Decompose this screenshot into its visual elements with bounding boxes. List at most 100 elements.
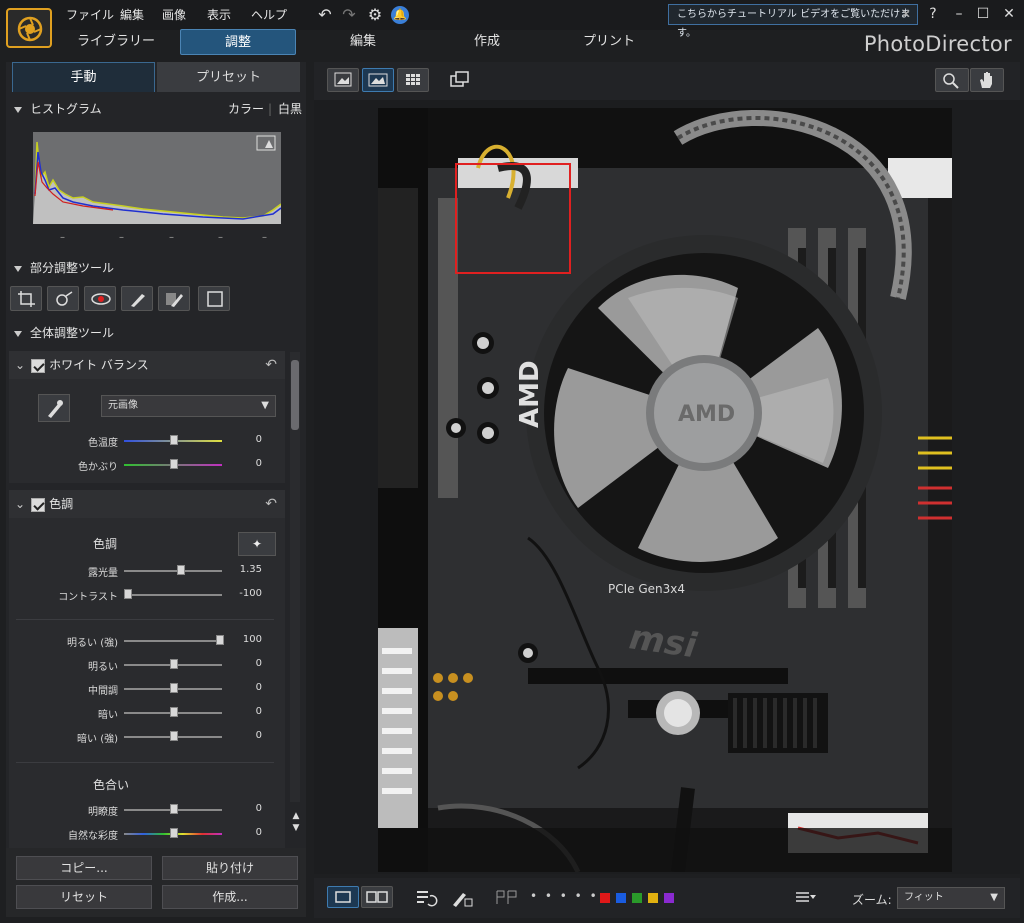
tab-manual[interactable]: 手動 [12,62,155,92]
slider-value[interactable]: -100 [222,588,262,599]
slider-value[interactable]: 0 [222,434,262,445]
menu-image[interactable]: 画像 [162,6,186,23]
slider-label: 中間調 [88,686,118,697]
brush-tool-button[interactable] [121,286,153,311]
zoom-tool-button[interactable] [935,68,969,92]
histogram-color-option[interactable]: カラー [228,97,264,121]
fit-view-button[interactable] [362,68,394,92]
flag-icon[interactable] [494,889,520,907]
maximize-button[interactable]: ☐ [972,4,994,24]
tone-header[interactable]: ⌄ 色調 ↶ [9,490,285,518]
help-button[interactable]: ? [922,4,944,24]
slider-value[interactable]: 1.35 [222,564,262,575]
paste-button[interactable]: 貼り付け [162,856,298,880]
color-label-purple[interactable] [664,893,674,903]
edit-pen-icon[interactable] [450,888,474,908]
reset-button[interactable]: リセット [16,885,152,909]
slider-thumb[interactable] [124,589,132,599]
red-eye-button[interactable] [84,286,116,311]
tab-library[interactable]: ライブラリー [62,29,170,55]
photodirector-window: ファイル 編集 画像 表示 ヘルプ ↶ ↷ ⚙ 🔔 こちらからチュートリアル ビ… [0,0,1024,923]
reset-tone-icon[interactable]: ↶ [265,490,277,518]
slider-thumb[interactable] [170,459,178,469]
histogram-header[interactable]: ヒストグラム カラー | 白黒 [6,97,306,121]
sort-menu-icon[interactable] [794,890,818,906]
menu-edit[interactable]: 編集 [120,6,144,23]
reset-white-balance-icon[interactable]: ↶ [265,351,277,379]
tone-checkbox[interactable] [31,497,46,512]
slider-value[interactable]: 0 [222,827,262,838]
spot-removal-button[interactable] [47,286,79,311]
color-label-yellow[interactable] [648,893,658,903]
slider-value[interactable]: 0 [222,730,262,741]
tab-edit[interactable]: 編集 [316,29,410,55]
copy-button[interactable]: コピー... [16,856,152,880]
slider-value[interactable]: 100 [222,634,262,645]
redo-icon[interactable]: ↷ [340,6,358,24]
slider-track[interactable] [124,640,222,642]
menu-help[interactable]: ヘルプ [251,6,287,23]
slider-thumb[interactable] [170,731,178,741]
grid-view-button[interactable] [397,68,429,92]
tutorial-notice[interactable]: こちらからチュートリアル ビデオをご覧いただけます。 ✕ [668,4,918,39]
menu-view[interactable]: 表示 [207,6,231,23]
slider-track[interactable] [124,594,222,596]
local-tools-title: 部分調整ツール [30,261,115,275]
minimize-button[interactable]: – [948,4,970,24]
rotate-icon[interactable] [414,888,438,908]
rating-stars[interactable]: • • • • • [530,889,599,903]
compare-view-icon[interactable] [448,70,472,90]
color-label-blue[interactable] [616,893,626,903]
slider-thumb[interactable] [170,683,178,693]
menu-file[interactable]: ファイル [66,6,114,23]
slider-track[interactable] [124,570,222,572]
slider-value[interactable]: 0 [222,682,262,693]
scroll-arrows-icon[interactable]: ▲ ▼ [290,810,302,834]
white-balance-checkbox[interactable] [31,358,46,373]
slider-label: 色かぶり [78,462,118,473]
single-photo-button[interactable] [327,886,359,908]
slider-thumb[interactable] [170,707,178,717]
color-label-red[interactable] [600,893,610,903]
gradient-mask-button[interactable] [198,286,230,311]
histogram-mono-option[interactable]: 白黒 [278,97,302,121]
tab-preset[interactable]: プリセット [157,62,300,92]
undo-icon[interactable]: ↶ [316,6,334,24]
slider-label: コントラスト [58,592,118,603]
slider-value[interactable]: 0 [222,706,262,717]
tab-adjust[interactable]: 調整 [180,29,296,55]
color-label-green[interactable] [632,893,642,903]
white-balance-preset-dropdown[interactable]: 元画像 ▼ [101,395,276,417]
close-notice-icon[interactable]: ✕ [901,5,911,24]
single-view-button[interactable] [327,68,359,92]
slider-value[interactable]: 0 [222,458,262,469]
zoom-dropdown[interactable]: フィット ▼ [897,887,1005,909]
white-balance-header[interactable]: ⌄ ホワイト バランス ↶ [9,351,285,379]
local-tools-header[interactable]: 部分調整ツール [6,256,306,280]
eyedropper-button[interactable] [38,394,70,422]
scrollbar-thumb[interactable] [291,360,299,430]
mask-brush-button[interactable] [158,286,190,311]
slider-thumb[interactable] [170,435,178,445]
fan-logo: AMD [678,402,735,427]
create-button[interactable]: 作成... [162,885,298,909]
crop-tool-button[interactable] [10,286,42,311]
slider-thumb[interactable] [177,565,186,575]
slider-thumb[interactable] [170,659,178,669]
global-tools-header[interactable]: 全体調整ツール [6,321,306,345]
compare-photos-button[interactable] [361,886,393,908]
tab-print[interactable]: プリント [562,29,656,55]
slider-thumb[interactable] [170,804,178,814]
notification-icon[interactable]: 🔔 [391,6,409,24]
settings-icon[interactable]: ⚙ [366,6,384,24]
slider-thumb[interactable] [170,828,178,838]
amd-logo: AMD [515,360,545,428]
collapse-icon [14,106,22,113]
pan-tool-button[interactable] [970,68,1004,92]
slider-value[interactable]: 0 [222,803,262,814]
slider-value[interactable]: 0 [222,658,262,669]
dropdown-arrow-icon: ▼ [990,892,998,903]
close-window-button[interactable]: ✕ [998,4,1020,24]
auto-tone-wand-icon[interactable]: ✦ [238,532,276,556]
tab-create[interactable]: 作成 [440,29,534,55]
